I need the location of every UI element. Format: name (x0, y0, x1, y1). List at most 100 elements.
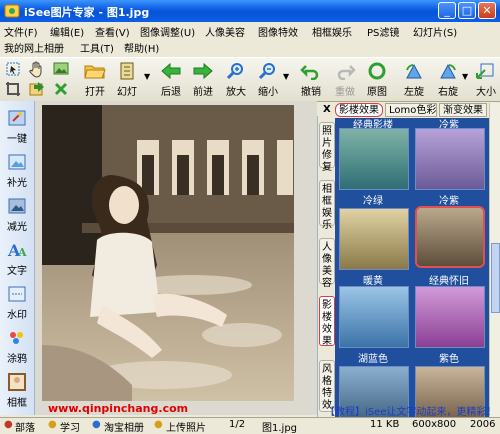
menu-tools[interactable]: 工具(T) (80, 40, 114, 55)
effect-label: 经典怀旧 (429, 276, 469, 287)
sidebar-item-text[interactable]: AA 文字 (2, 241, 32, 277)
image-dimensions: 600x800 (412, 419, 457, 430)
effect-label: 暖黄 (363, 276, 383, 287)
delete-icon[interactable] (52, 80, 70, 98)
tribe-icon: ● (4, 419, 13, 430)
sidebar-item-brighten[interactable]: 补光 (2, 153, 32, 189)
undo-button[interactable]: 撤销 (296, 61, 326, 99)
effect-thumb-cool-purple[interactable] (415, 128, 485, 190)
original-icon (368, 62, 386, 80)
crop-icon[interactable] (4, 80, 22, 98)
photo (42, 105, 294, 401)
effect-tabs: 影楼效果 Lomo色彩 渐变效果 (335, 103, 487, 117)
sidebar-item-frame[interactable]: 相框 (2, 373, 32, 409)
hand-icon[interactable] (28, 60, 46, 78)
scrollbar-thumb[interactable] (491, 243, 500, 313)
menu-edit[interactable]: 编辑(E) (50, 24, 84, 39)
album-icon: ● (92, 419, 101, 430)
sidebar-item-oneclick[interactable]: 一键 (2, 109, 32, 145)
file-date: 2006 (470, 419, 496, 430)
svg-text:A: A (17, 246, 27, 259)
status-link-upload[interactable]: 上传照片 (166, 419, 206, 434)
menu-slideshow[interactable]: 幻灯片(S) (413, 24, 457, 39)
toolbar: 打开 幻灯 ▼ 后退 前进 放大 缩小 ▼ 撤销 重做 原图 左旋 右旋 ▼ 大… (0, 57, 500, 102)
arrow-left-icon (161, 62, 181, 80)
tip-link[interactable]: 【教程】iSee让文字动起来，更精彩！ (325, 403, 496, 418)
sidebar-item-darken[interactable]: 减光 (2, 197, 32, 233)
magic-icon (8, 110, 26, 126)
resize-icon (476, 63, 494, 79)
status-link-tribe[interactable]: 部落 (15, 419, 35, 434)
brighten-icon (8, 154, 26, 170)
menu-file[interactable]: 文件(F) (4, 24, 38, 39)
menu-bar-2: 我的网上相册 工具(T) 帮助(H) (0, 38, 500, 55)
vtab-studio[interactable]: 影楼效果 (319, 296, 335, 347)
menu-psfilter[interactable]: PS滤镜 (367, 24, 399, 39)
file-name: 图1.jpg (262, 423, 298, 434)
arrow-right-icon (193, 62, 213, 80)
effect-thumb-lake-blue[interactable] (339, 286, 409, 348)
page-indicator: 1/2 (229, 419, 246, 430)
vtab-beauty[interactable]: 人像美容 (319, 238, 335, 289)
status-link-taobao-album[interactable]: 淘宝相册 (104, 419, 144, 434)
rotate-left-button[interactable]: 左旋 (399, 61, 429, 99)
redo-button[interactable]: 重做 (330, 61, 360, 99)
zoom-dropdown-icon[interactable]: ▼ (283, 72, 289, 81)
zoom-out-button[interactable]: 缩小 (253, 61, 283, 99)
tab-studio[interactable]: 影楼效果 (335, 103, 383, 117)
status-link-study[interactable]: 学习 (60, 419, 80, 434)
status-bar: ● 部落 ● 学习 ● 淘宝相册 ● 上传照片 1/2 图1.jpg 11 KB… (0, 417, 500, 434)
slideshow-dropdown-icon[interactable]: ▼ (144, 72, 150, 81)
undo-icon (300, 65, 319, 80)
menu-adjust[interactable]: 图像调整(U) (140, 24, 195, 39)
tab-gradient[interactable]: 渐变效果 (439, 103, 487, 117)
menu-beauty[interactable]: 人像美容 (205, 24, 245, 39)
rotate-right-icon (440, 63, 456, 79)
forward-button[interactable]: 前进 (188, 61, 218, 99)
close-panel-icon[interactable]: X (323, 104, 331, 115)
menu-bar: 文件(F) 编辑(E) 查看(V) 图像调整(U) 人像美容 图像特效 相框娱乐… (0, 22, 500, 39)
original-button[interactable]: 原图 (362, 61, 392, 99)
website-watermark: www.qinpinchang.com (48, 402, 189, 415)
effect-label: 湖蓝色 (358, 354, 388, 365)
study-icon: ● (48, 419, 57, 430)
zoom-in-button[interactable]: 放大 (221, 61, 251, 99)
select-icon[interactable] (4, 60, 22, 78)
menu-view[interactable]: 查看(V) (95, 24, 130, 39)
darken-icon (8, 198, 26, 214)
vtab-photo-repair[interactable]: 照片修复 (319, 122, 335, 173)
upload-icon: ● (154, 419, 163, 430)
frame-icon (8, 373, 26, 391)
maximize-button[interactable]: □ (458, 2, 476, 19)
sidebar-item-watermark[interactable]: 水印 (2, 285, 32, 321)
effect-thumb-warm-yellow[interactable] (339, 208, 409, 270)
left-toolbar: 一键 补光 减光 AA 文字 水印 涂鸦 相框 (0, 101, 35, 415)
gallery-scrollbar[interactable] (489, 103, 500, 417)
rotate-right-button[interactable]: 右旋 (433, 61, 463, 99)
tab-lomo[interactable]: Lomo色彩 (385, 103, 437, 117)
rotate-dropdown-icon[interactable]: ▼ (462, 72, 468, 81)
menu-frames[interactable]: 相框娱乐 (312, 24, 352, 39)
slideshow-button[interactable]: 幻灯 (112, 61, 142, 99)
text-icon: AA (7, 241, 27, 259)
minimize-button[interactable]: _ (438, 2, 456, 19)
doodle-icon (10, 332, 23, 344)
effect-label: 冷绿 (363, 196, 383, 207)
open-button[interactable]: 打开 (80, 61, 110, 99)
back-button[interactable]: 后退 (156, 61, 186, 99)
zoom-in-icon (226, 63, 243, 80)
close-button[interactable]: ✕ (478, 2, 496, 19)
size-button[interactable]: 大小 (472, 61, 500, 99)
effect-thumb-cool-green[interactable] (339, 128, 409, 190)
menu-online-album[interactable]: 我的网上相册 (4, 40, 64, 55)
menu-help[interactable]: 帮助(H) (124, 40, 159, 55)
export-icon[interactable] (28, 80, 46, 98)
browse-icon[interactable] (52, 60, 70, 78)
vtab-frames[interactable]: 相框娱乐 (319, 180, 335, 231)
menu-effects[interactable]: 图像特效 (258, 24, 298, 39)
sidebar-item-doodle[interactable]: 涂鸦 (2, 329, 32, 365)
category-tabs: 照片修复 相框娱乐 人像美容 影楼效果 风格特效 (317, 116, 336, 418)
effect-thumb-purple[interactable] (415, 286, 485, 348)
effect-thumb-classic-vintage[interactable] (415, 206, 485, 268)
file-size: 11 KB (370, 419, 400, 430)
